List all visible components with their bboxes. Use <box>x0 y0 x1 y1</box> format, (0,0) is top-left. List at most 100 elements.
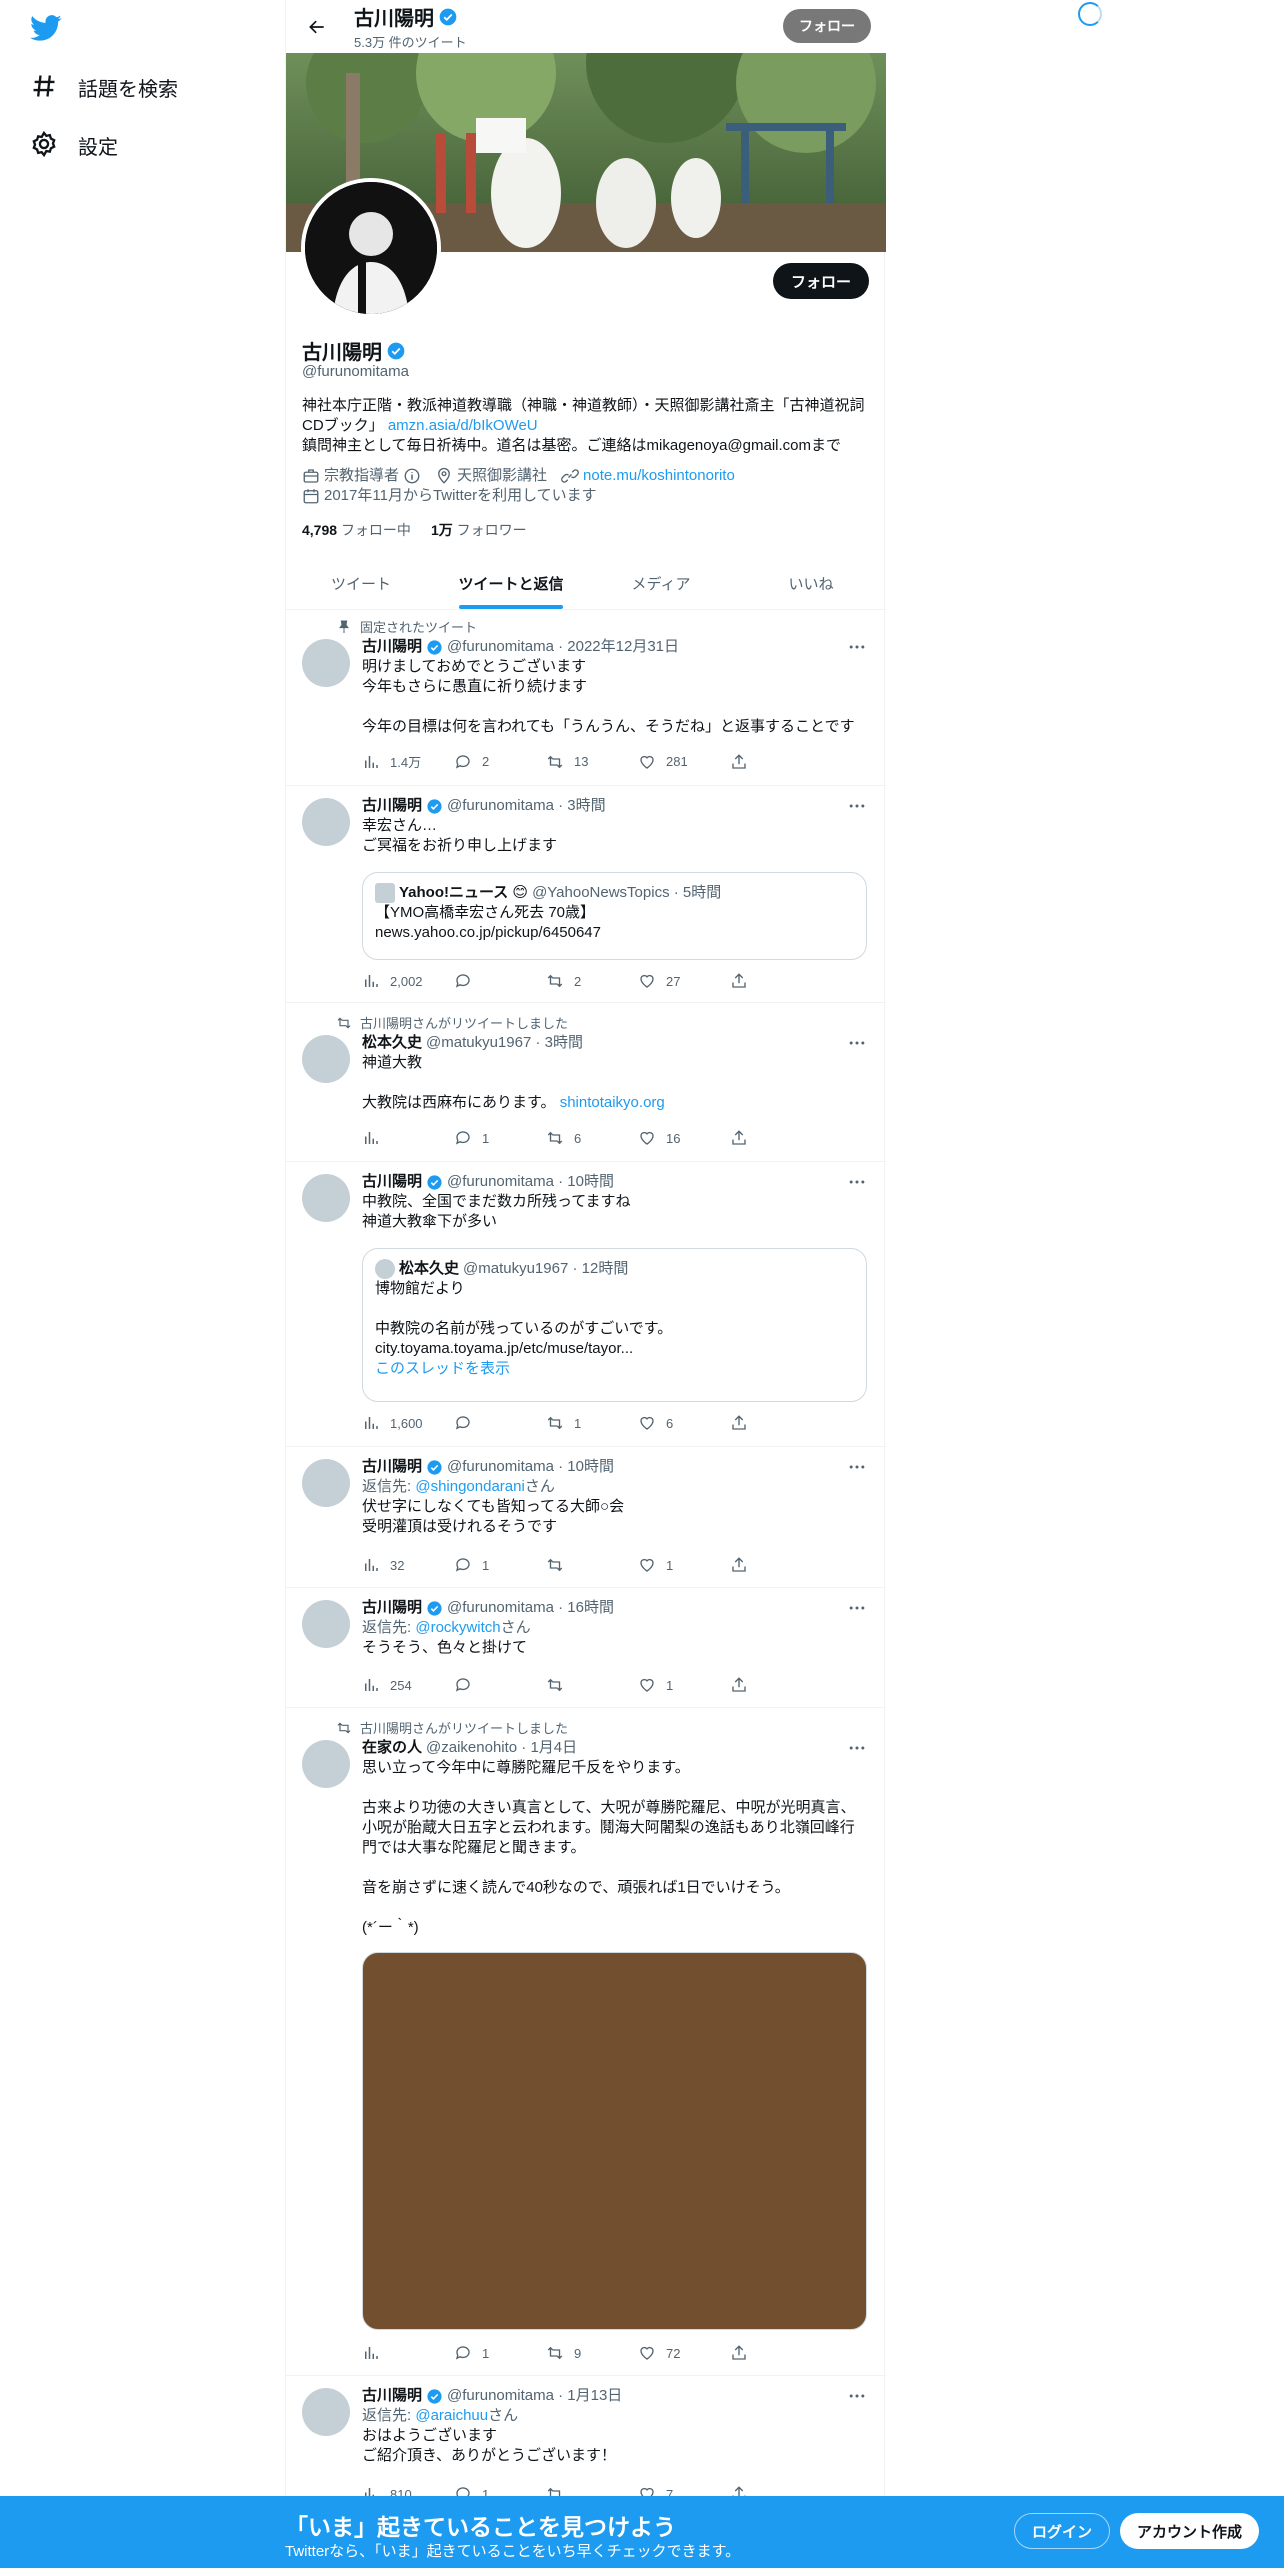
reply-action[interactable]: 1 <box>454 2344 546 2362</box>
views-action[interactable]: 1.4万 <box>362 752 454 771</box>
reply-action[interactable]: 1 <box>454 1556 546 1574</box>
avatar[interactable] <box>302 1740 350 1788</box>
author-handle-time[interactable]: @furunomitama · 1月13日 <box>447 2386 622 2406</box>
tab-likes[interactable]: いいね <box>736 557 886 609</box>
followers-stat[interactable]: 1万 フォロワー <box>431 520 527 540</box>
views-action[interactable]: 254 <box>362 1676 454 1694</box>
author-name[interactable]: 松本久史 <box>362 1033 422 1053</box>
reply-to-link[interactable]: @rockywitch <box>415 1619 500 1636</box>
tweet-link[interactable]: shintotaikyo.org <box>560 1094 665 1111</box>
like-action[interactable]: 72 <box>638 2344 730 2362</box>
following-stat[interactable]: 4,798 フォロー中 <box>302 520 411 540</box>
bio-link[interactable]: amzn.asia/d/bIkOWeU <box>388 417 538 434</box>
profile-name: 古川陽明 <box>302 336 406 365</box>
nav-explore[interactable]: 話題を検索 <box>30 67 178 107</box>
author-name[interactable]: 古川陽明 <box>362 1172 422 1192</box>
reply-action[interactable]: 1 <box>454 1129 546 1147</box>
share-icon <box>732 1677 746 1692</box>
avatar[interactable] <box>302 2388 350 2436</box>
reply-to-link[interactable]: @araichuu <box>415 2407 488 2424</box>
profile-website[interactable]: note.mu/koshintonorito <box>561 466 735 486</box>
share-action[interactable] <box>730 1129 822 1147</box>
tweet-item[interactable]: 固定されたツイート 古川陽明 @furunomitama · 2022年12月3… <box>286 611 886 786</box>
views-action[interactable]: 2,002 <box>362 972 454 990</box>
reply-icon <box>455 1416 470 1430</box>
avatar[interactable] <box>302 1600 350 1648</box>
follow-button[interactable]: フォロー <box>772 263 869 299</box>
like-action[interactable]: 1 <box>638 1676 730 1694</box>
views-count: 254 <box>390 1677 412 1693</box>
profile-avatar[interactable] <box>301 178 441 318</box>
reply-action[interactable] <box>454 972 546 990</box>
tweet-item[interactable]: 古川陽明 @furunomitama · 10時間 返信先: @shingond… <box>286 1447 886 1588</box>
author-handle-time[interactable]: @zaikenohito · 1月4日 <box>426 1738 577 1758</box>
tab-tweets[interactable]: ツイート <box>286 557 436 609</box>
show-thread-link[interactable]: このスレッドを表示 <box>375 1359 854 1379</box>
share-action[interactable] <box>730 972 822 990</box>
tab-tweets-and-replies[interactable]: ツイートと返信 <box>436 557 586 609</box>
tweet-item[interactable]: 古川陽明 @furunomitama · 16時間 返信先: @rockywit… <box>286 1588 886 1708</box>
tweet-item[interactable]: 古川陽明 @furunomitama · 3時間 幸宏さん… ご冥福をお祈り申し… <box>286 786 886 1003</box>
reply-to-link[interactable]: @shingondarani <box>415 1478 524 1495</box>
retweet-action[interactable]: 1 <box>546 1414 638 1432</box>
reply-action[interactable]: 2 <box>454 752 546 771</box>
tweet-media-image[interactable] <box>362 1952 867 2330</box>
signup-button[interactable]: アカウント作成 <box>1120 2513 1260 2549</box>
twitter-logo-icon[interactable] <box>30 12 70 52</box>
share-action[interactable] <box>730 2344 822 2362</box>
back-arrow-icon[interactable] <box>300 10 334 44</box>
retweet-action[interactable]: 2 <box>546 972 638 990</box>
share-action[interactable] <box>730 752 822 771</box>
views-action[interactable] <box>362 2344 454 2362</box>
like-action[interactable]: 6 <box>638 1414 730 1432</box>
bio-text-2: 鎮問神主として毎日祈祷中。道名は基密。ご連絡はmikagenoya@gmail.… <box>302 437 842 454</box>
retweet-action[interactable] <box>546 1556 638 1574</box>
nav-settings[interactable]: 設定 <box>30 125 118 165</box>
views-action[interactable]: 32 <box>362 1556 454 1574</box>
avatar[interactable] <box>302 1035 350 1083</box>
author-name[interactable]: 古川陽明 <box>362 637 422 657</box>
share-action[interactable] <box>730 1556 822 1574</box>
like-action[interactable]: 16 <box>638 1129 730 1147</box>
author-handle-time[interactable]: @furunomitama · 2022年12月31日 <box>447 637 679 657</box>
retweet-action[interactable]: 9 <box>546 2344 638 2362</box>
retweet-action[interactable]: 6 <box>546 1129 638 1147</box>
avatar[interactable] <box>302 639 350 687</box>
author-handle-time[interactable]: @furunomitama · 16時間 <box>447 1598 614 1618</box>
views-action[interactable] <box>362 1129 454 1147</box>
quoted-tweet[interactable]: Yahoo!ニュース 😊 @YahooNewsTopics · 5時間 【YMO… <box>362 872 867 960</box>
author-name[interactable]: 古川陽明 <box>362 1598 422 1618</box>
reply-action[interactable] <box>454 1676 546 1694</box>
author-handle-time[interactable]: @matukyu1967 · 3時間 <box>426 1033 583 1053</box>
header-follow-button[interactable]: フォロー <box>783 9 871 43</box>
author-handle-time[interactable]: @furunomitama · 3時間 <box>447 796 606 816</box>
like-action[interactable]: 1 <box>638 1556 730 1574</box>
tweet-item[interactable]: 古川陽明さんがリツイートしました 松本久史 @matukyu1967 · 3時間… <box>286 1003 886 1162</box>
like-action[interactable]: 27 <box>638 972 730 990</box>
more-options-icon <box>849 1041 865 1045</box>
website-link[interactable]: note.mu/koshintonorito <box>583 466 735 486</box>
retweet-action[interactable]: 13 <box>546 752 638 771</box>
login-button[interactable]: ログイン <box>1014 2513 1111 2549</box>
views-count: 1.4万 <box>390 755 422 770</box>
avatar[interactable] <box>302 1174 350 1222</box>
author-handle-time[interactable]: @furunomitama · 10時間 <box>447 1172 614 1192</box>
author-name[interactable]: 在家の人 <box>362 1738 422 1758</box>
share-action[interactable] <box>730 1676 822 1694</box>
tweet-item[interactable]: 古川陽明 @furunomitama · 10時間 中教院、全国でまだ数カ所残っ… <box>286 1162 886 1447</box>
author-name[interactable]: 古川陽明 <box>362 2386 422 2406</box>
header-tweet-count: 5.3万 件のツイート <box>354 35 467 50</box>
author-name[interactable]: 古川陽明 <box>362 1457 422 1477</box>
author-name[interactable]: 古川陽明 <box>362 796 422 816</box>
author-handle-time[interactable]: @furunomitama · 10時間 <box>447 1457 614 1477</box>
reply-action[interactable] <box>454 1414 546 1432</box>
avatar[interactable] <box>302 1459 350 1507</box>
like-action[interactable]: 281 <box>638 752 730 771</box>
avatar[interactable] <box>302 798 350 846</box>
tab-media[interactable]: メディア <box>586 557 736 609</box>
tweet-item[interactable]: 古川陽明さんがリツイートしました 在家の人 @zaikenohito · 1月4… <box>286 1708 886 2376</box>
views-action[interactable]: 1,600 <box>362 1414 454 1432</box>
quoted-tweet[interactable]: 松本久史 @matukyu1967 · 12時間 博物館だより 中教院の名前が残… <box>362 1248 867 1402</box>
retweet-action[interactable] <box>546 1676 638 1694</box>
share-action[interactable] <box>730 1414 822 1432</box>
